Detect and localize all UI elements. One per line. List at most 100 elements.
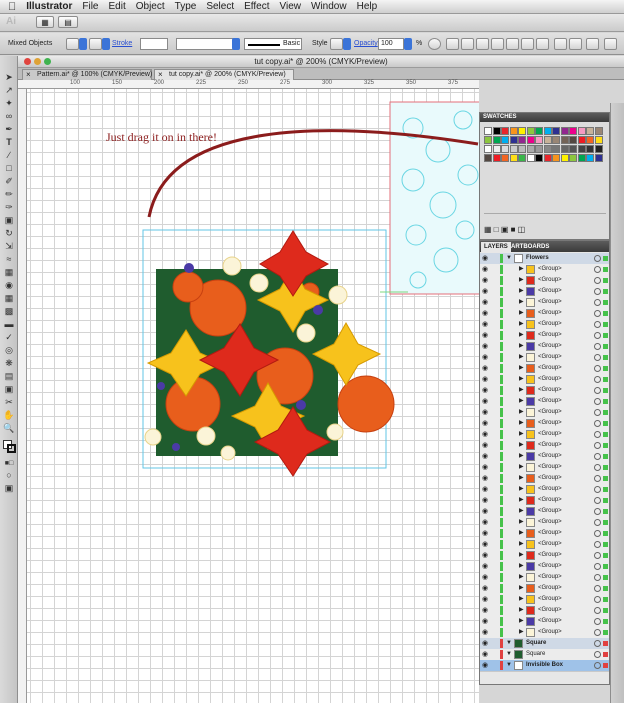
expand-triangle-icon[interactable]: ▶ <box>519 341 524 352</box>
visibility-eye-icon[interactable]: ◉ <box>482 319 488 330</box>
opacity-link[interactable]: Opacity <box>354 40 378 47</box>
selection-square-icon[interactable] <box>603 586 608 591</box>
visibility-eye-icon[interactable]: ◉ <box>482 440 488 451</box>
target-circle-icon[interactable] <box>594 618 601 625</box>
expand-triangle-icon[interactable]: ▶ <box>519 418 524 429</box>
visibility-eye-icon[interactable]: ◉ <box>482 528 488 539</box>
target-circle-icon[interactable] <box>594 497 601 504</box>
selection-square-icon[interactable] <box>603 289 608 294</box>
horizontal-ruler[interactable]: 100 150 200 225 250 275 300 325 350 375 <box>18 80 479 89</box>
artboard-canvas[interactable] <box>18 80 479 703</box>
expand-triangle-icon[interactable]: ▶ <box>519 583 524 594</box>
vertical-ruler[interactable] <box>18 89 27 703</box>
visibility-eye-icon[interactable]: ◉ <box>482 451 488 462</box>
selection-square-icon[interactable] <box>603 388 608 393</box>
color-swatch[interactable] <box>509 136 518 144</box>
expand-triangle-icon[interactable]: ▶ <box>519 528 524 539</box>
visibility-eye-icon[interactable]: ◉ <box>482 506 488 517</box>
graphic-style-swatch[interactable] <box>330 38 343 50</box>
color-swatch[interactable] <box>594 154 603 162</box>
target-circle-icon[interactable] <box>594 255 601 262</box>
visibility-eye-icon[interactable]: ◉ <box>482 627 488 638</box>
color-swatch[interactable] <box>484 154 492 162</box>
selection-square-icon[interactable] <box>603 575 608 580</box>
selection-square-icon[interactable] <box>603 278 608 283</box>
blob-brush-tool-icon[interactable]: ✑ <box>3 202 15 213</box>
color-swatch[interactable] <box>501 154 509 162</box>
fill-swatch[interactable] <box>66 38 79 50</box>
stroke-dropdown-icon[interactable] <box>102 38 110 50</box>
visibility-eye-icon[interactable]: ◉ <box>482 253 488 264</box>
expand-triangle-icon[interactable]: ▶ <box>519 616 524 627</box>
selection-square-icon[interactable] <box>603 421 608 426</box>
color-swatch[interactable] <box>569 127 577 135</box>
panel-menu-icon[interactable] <box>604 38 617 50</box>
hand-tool-icon[interactable]: ✋ <box>3 410 15 421</box>
color-swatch[interactable] <box>501 127 509 135</box>
selection-square-icon[interactable] <box>603 487 608 492</box>
selection-square-icon[interactable] <box>603 641 608 646</box>
menu-edit[interactable]: Edit <box>109 1 126 12</box>
visibility-eye-icon[interactable]: ◉ <box>482 583 488 594</box>
color-swatch[interactable] <box>518 136 526 144</box>
color-swatch[interactable] <box>560 145 569 153</box>
selection-square-icon[interactable] <box>603 432 608 437</box>
color-swatch[interactable] <box>552 136 560 144</box>
color-swatch[interactable] <box>543 154 552 162</box>
visibility-eye-icon[interactable]: ◉ <box>482 638 488 649</box>
selection-square-icon[interactable] <box>603 465 608 470</box>
expand-triangle-icon[interactable]: ▶ <box>519 572 524 583</box>
close-tab-icon[interactable]: × <box>26 70 31 80</box>
visibility-eye-icon[interactable]: ◉ <box>482 264 488 275</box>
color-swatch[interactable] <box>577 145 586 153</box>
visibility-eye-icon[interactable]: ◉ <box>482 308 488 319</box>
expand-triangle-icon[interactable]: ▶ <box>519 308 524 319</box>
target-circle-icon[interactable] <box>594 376 601 383</box>
visibility-eye-icon[interactable]: ◉ <box>482 330 488 341</box>
lasso-tool-icon[interactable]: ∞ <box>3 111 15 122</box>
color-swatch[interactable] <box>594 127 603 135</box>
stroke-color-box[interactable] <box>7 444 16 453</box>
target-circle-icon[interactable] <box>594 442 601 449</box>
selection-square-icon[interactable] <box>603 509 608 514</box>
selection-square-icon[interactable] <box>603 498 608 503</box>
selection-square-icon[interactable] <box>603 399 608 404</box>
visibility-eye-icon[interactable]: ◉ <box>482 363 488 374</box>
expand-triangle-icon[interactable]: ▶ <box>519 407 524 418</box>
expand-triangle-icon[interactable]: ▶ <box>519 440 524 451</box>
minimize-window-icon[interactable] <box>34 58 41 65</box>
expand-triangle-icon[interactable]: ▶ <box>519 627 524 638</box>
align-right-icon[interactable] <box>491 38 504 50</box>
visibility-eye-icon[interactable]: ◉ <box>482 572 488 583</box>
selection-square-icon[interactable] <box>603 366 608 371</box>
color-swatch[interactable] <box>526 136 535 144</box>
color-swatch[interactable] <box>569 145 577 153</box>
color-swatch[interactable] <box>586 145 594 153</box>
menu-effect[interactable]: Effect <box>244 1 269 12</box>
tab-layers[interactable]: LAYERS <box>481 242 511 252</box>
magic-wand-tool-icon[interactable]: ✦ <box>3 98 15 109</box>
align-panel-icon[interactable] <box>446 38 459 50</box>
zoom-tool-icon[interactable]: 🔍 <box>3 423 15 434</box>
target-circle-icon[interactable] <box>594 431 601 438</box>
fill-dropdown-icon[interactable] <box>79 38 87 50</box>
target-circle-icon[interactable] <box>594 464 601 471</box>
color-swatch[interactable] <box>518 127 526 135</box>
gradient-tool-icon[interactable]: ▬ <box>3 319 15 330</box>
drawing-mode-icon[interactable]: ○ <box>3 470 15 481</box>
visibility-eye-icon[interactable]: ◉ <box>482 462 488 473</box>
expand-triangle-icon[interactable]: ▶ <box>519 473 524 484</box>
tab-pattern[interactable]: × Pattern.ai* @ 100% (CMYK/Preview) <box>22 69 152 80</box>
target-circle-icon[interactable] <box>594 453 601 460</box>
visibility-eye-icon[interactable]: ◉ <box>482 660 488 671</box>
layer-row[interactable]: ◉ ▼ Invisible Box <box>480 660 609 672</box>
artboard-tool-icon[interactable]: ▣ <box>3 384 15 395</box>
color-swatch[interactable] <box>509 127 518 135</box>
selection-square-icon[interactable] <box>603 355 608 360</box>
mesh-tool-icon[interactable]: ▩ <box>3 306 15 317</box>
expand-triangle-icon[interactable]: ▶ <box>519 539 524 550</box>
expand-triangle-icon[interactable]: ▶ <box>519 506 524 517</box>
expand-triangle-icon[interactable]: ▶ <box>519 385 524 396</box>
perspective-grid-tool-icon[interactable]: ▦ <box>3 293 15 304</box>
expand-triangle-icon[interactable]: ▶ <box>519 550 524 561</box>
